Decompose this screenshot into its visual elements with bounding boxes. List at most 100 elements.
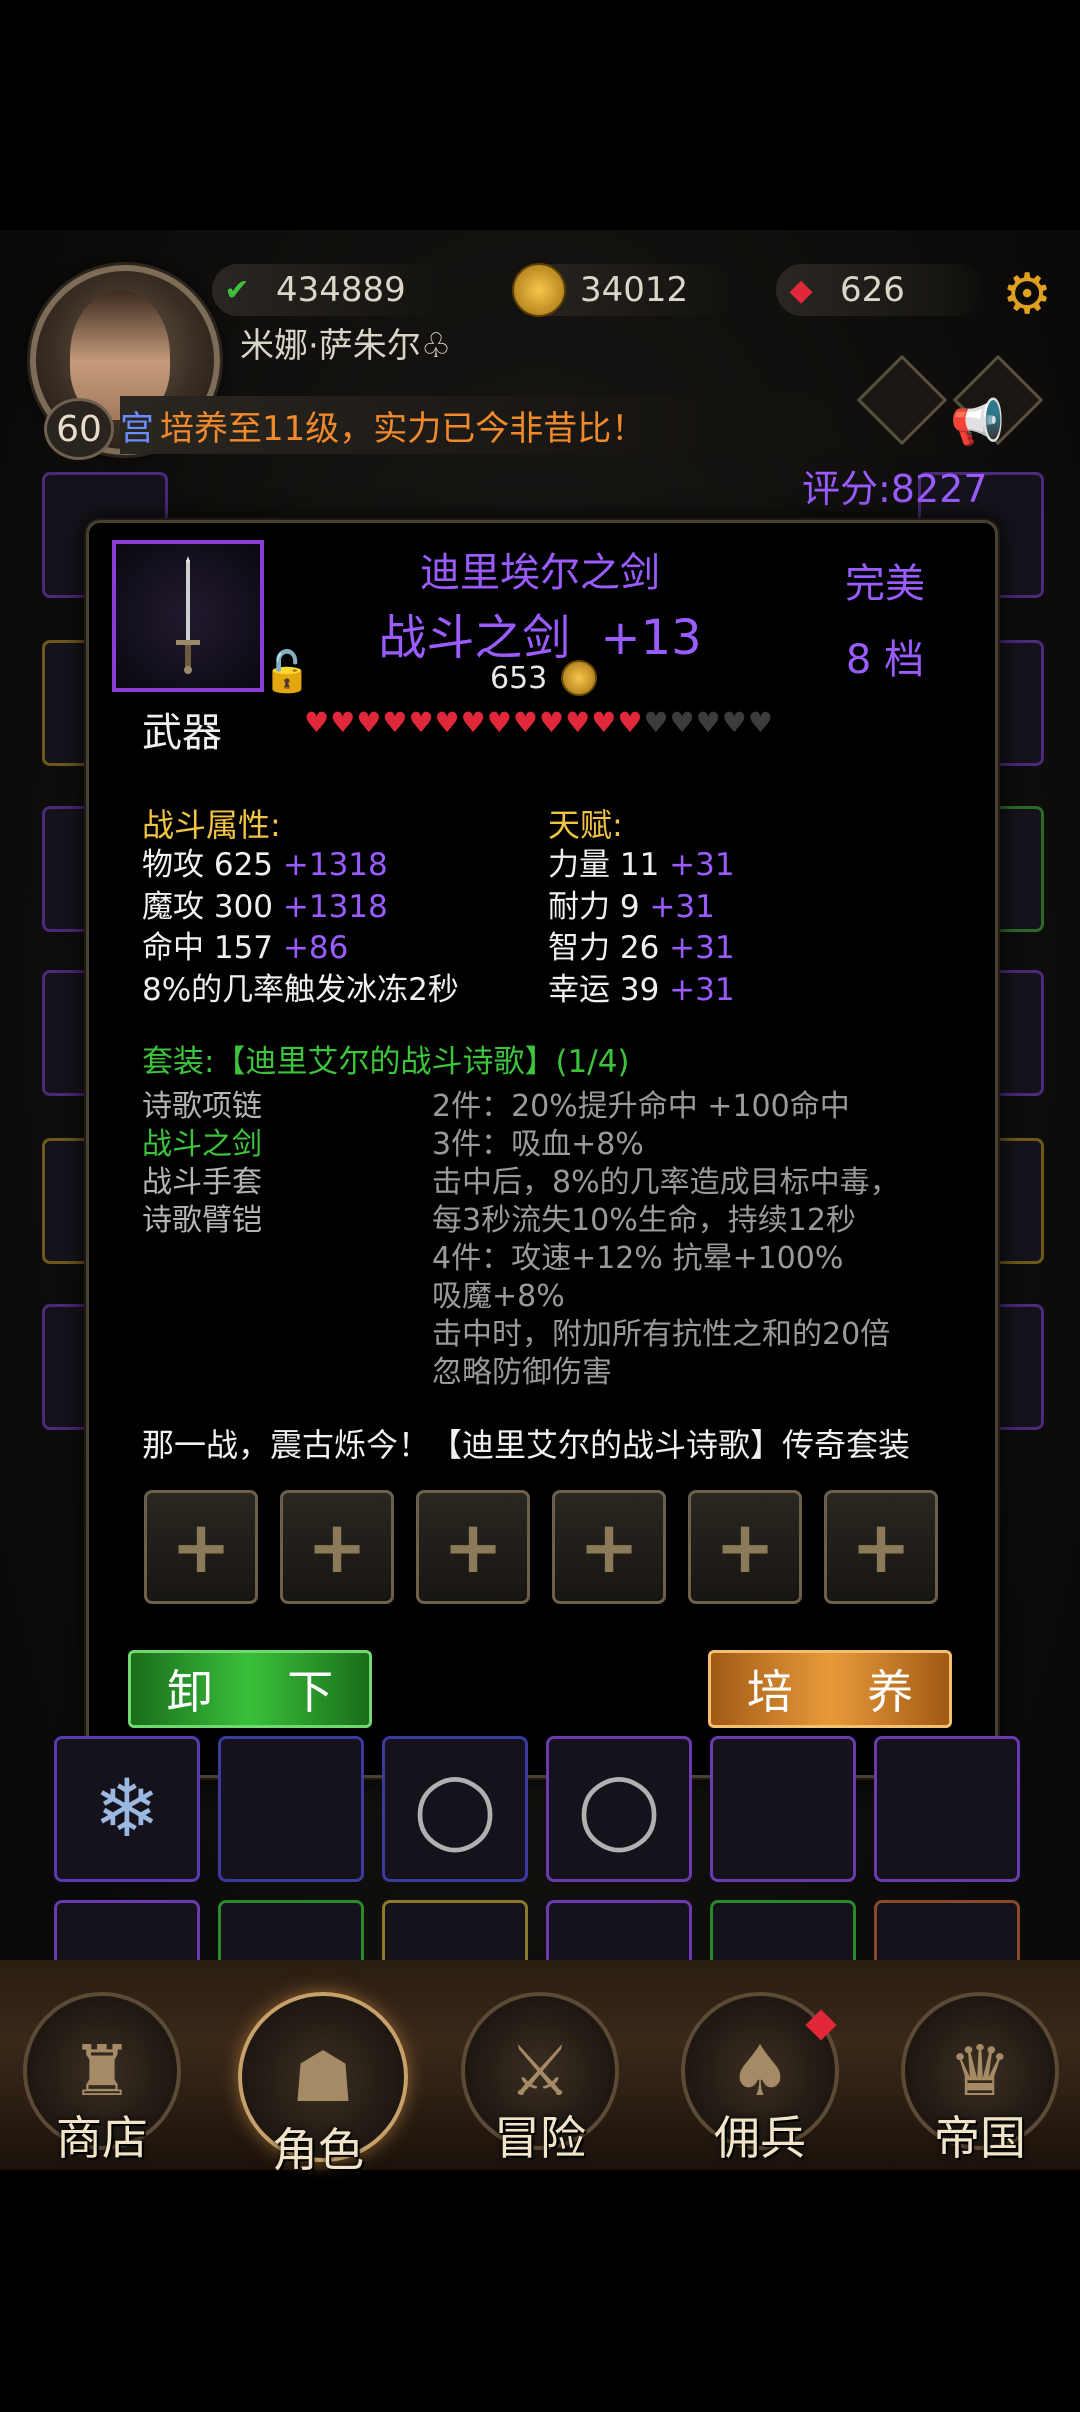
equip-slot-amulet[interactable]	[218, 1736, 364, 1882]
announcement-text: 培养至11级，实力已今非昔比！	[160, 408, 646, 449]
combat-stats-list: 物攻 625 +1318 魔攻 300 +1318 命中 157 +86 8%的…	[142, 845, 459, 1011]
nav-character[interactable]: ☗ 角色	[238, 1992, 408, 2177]
enhance-hearts: ♥♥♥♥♥♥♥♥♥♥♥♥♥♥♥♥♥♥	[304, 706, 774, 739]
equip-slot-hair[interactable]	[874, 1736, 1020, 1882]
gem-slot[interactable]: +	[416, 1490, 530, 1604]
talent-bonus: +31	[669, 847, 735, 883]
set-piece: 诗歌臂铠	[142, 1203, 262, 1238]
set-effect-line: 击中后，8%的几率造成目标中毒，	[432, 1165, 900, 1200]
resource-gold-value: 34012	[580, 270, 689, 310]
talent-label: 耐力 9	[548, 888, 640, 925]
heart-filled-icon: ♥	[460, 706, 487, 739]
talent-line: 智力 26 +31	[548, 928, 735, 970]
item-tier: 8 档	[845, 637, 925, 683]
gem-slot[interactable]: +	[144, 1490, 258, 1604]
talent-bonus: +31	[669, 971, 735, 1008]
sword-icon	[176, 556, 200, 674]
gem-slot[interactable]: +	[280, 1490, 394, 1604]
green-sword-icon: ✔	[224, 272, 250, 308]
stat-label: 8%的几率触发冰冻2秒	[142, 971, 459, 1008]
gold-coin-icon	[512, 263, 566, 317]
item-enhance-level: +13	[600, 610, 702, 666]
item-type-line: 战斗之剑 +13	[300, 598, 780, 668]
snowflake-icon: ❄	[93, 1762, 161, 1855]
nav-empire[interactable]: ♛ 帝国	[900, 1992, 1060, 2168]
unequip-button[interactable]: 卸 下	[128, 1650, 372, 1728]
nav-label: 冒险	[494, 2111, 586, 2165]
talent-label: 力量 11	[548, 847, 660, 883]
stat-bonus: +86	[282, 930, 349, 966]
resource-gems: ◆ 626	[776, 264, 986, 316]
set-title: 套装:【迪里艾尔的战斗诗歌】(1/4)	[142, 1044, 630, 1080]
stat-line: 物攻 625 +1318	[142, 845, 459, 887]
heart-filled-icon: ♥	[617, 706, 644, 739]
stat-bonus: +1318	[282, 888, 388, 925]
set-effect-line: 4件：攻速+12% 抗晕+100%	[432, 1241, 844, 1276]
heart-filled-icon: ♥	[304, 706, 331, 739]
gem-slot[interactable]: +	[552, 1490, 666, 1604]
gem-slot[interactable]: +	[688, 1490, 802, 1604]
item-quality-block: 完美 8 档	[800, 546, 970, 698]
stat-label: 命中 157	[142, 930, 274, 966]
talent-list: 力量 11 +31 耐力 9 +31 智力 26 +31 幸运 39 +31	[548, 845, 735, 1011]
set-piece: 诗歌项链	[142, 1089, 262, 1124]
set-effect-line: 3件：吸血+8%	[432, 1127, 644, 1162]
red-gem-icon: ◆	[789, 272, 813, 308]
heart-filled-icon: ♥	[565, 706, 592, 739]
gear-icon[interactable]: ⚙	[1002, 262, 1052, 327]
gem-slot[interactable]: +	[824, 1490, 938, 1604]
item-icon-frame	[112, 540, 264, 692]
upgrade-button[interactable]: 培 养	[708, 1650, 952, 1728]
heart-filled-icon: ♥	[382, 706, 409, 739]
nav-label: 帝国	[934, 2111, 1026, 2165]
equip-slot-accessory[interactable]: ❄	[54, 1736, 200, 1882]
heart-filled-icon: ♥	[408, 706, 435, 739]
heart-filled-icon: ♥	[434, 706, 461, 739]
nav-adventure[interactable]: ⚔ 冒险	[460, 1992, 620, 2168]
talent-line: 力量 11 +31	[548, 845, 735, 887]
set-piece-active: 战斗之剑	[142, 1127, 262, 1162]
item-type-name: 战斗之剑	[378, 610, 571, 666]
heart-empty-icon: ♥	[747, 706, 774, 739]
talent-line: 幸运 39 +31	[548, 970, 735, 1012]
stat-label: 魔攻 300	[142, 888, 274, 925]
stat-line: 魔攻 300 +1318	[142, 887, 459, 929]
nav-shop[interactable]: ♜ 商店	[22, 1992, 182, 2168]
stat-line: 命中 157 +86	[142, 928, 459, 970]
set-piece: 战斗手套	[142, 1165, 262, 1200]
ring-icon: ◯	[577, 1766, 661, 1852]
announcement-tag: 宫	[120, 408, 154, 449]
heart-empty-icon: ♥	[695, 706, 722, 739]
score: 评分:8227	[802, 467, 988, 511]
talent-bonus: +31	[649, 888, 715, 925]
heart-filled-icon: ♥	[330, 706, 357, 739]
heart-filled-icon: ♥	[486, 706, 513, 739]
heart-filled-icon: ♥	[591, 706, 618, 739]
set-effect-line: 每3秒流失10%生命，持续12秒	[432, 1203, 856, 1238]
lore-fade	[142, 1458, 962, 1474]
resource-gems-value: 626	[840, 270, 905, 310]
heart-empty-icon: ♥	[669, 706, 696, 739]
resource-gold: 34012	[512, 263, 732, 317]
nav-label: 佣兵	[714, 2111, 806, 2165]
combat-stats-title: 战斗属性:	[142, 806, 281, 844]
equip-slot-bracelet[interactable]	[710, 1736, 856, 1882]
heart-filled-icon: ♥	[512, 706, 539, 739]
heart-filled-icon: ♥	[538, 706, 566, 739]
set-effect-line: 击中时，附加所有抗性之和的20倍	[432, 1317, 891, 1352]
talent-label: 智力 26	[548, 930, 660, 966]
talent-title: 天赋:	[548, 806, 623, 844]
talent-label: 幸运 39	[548, 971, 660, 1008]
stat-bonus: +1318	[282, 847, 388, 883]
resource-power: ✔ 434889	[212, 264, 452, 316]
item-name: 迪里埃尔之剑	[420, 550, 660, 596]
resource-power-value: 434889	[276, 270, 406, 310]
heart-empty-icon: ♥	[721, 706, 748, 739]
level-badge: 60	[44, 398, 114, 460]
item-quality: 完美	[845, 561, 925, 607]
equip-slot-ring-2[interactable]: ◯	[546, 1736, 692, 1882]
equip-slot-ring[interactable]: ◯	[382, 1736, 528, 1882]
megaphone-icon[interactable]: 📢	[950, 396, 1005, 448]
stat-label: 物攻 625	[142, 847, 274, 883]
gold-coin-icon	[561, 660, 598, 696]
